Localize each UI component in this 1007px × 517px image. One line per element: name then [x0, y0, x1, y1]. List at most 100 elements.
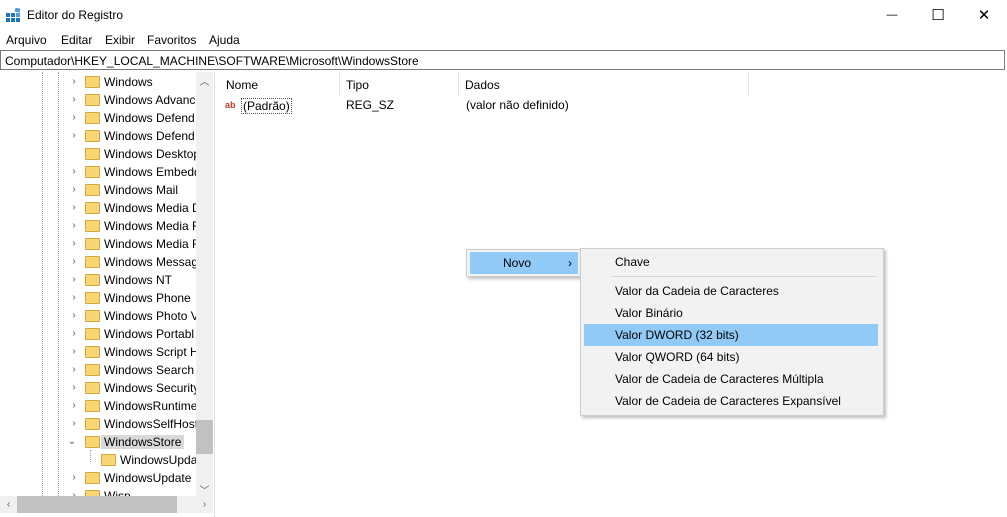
expand-icon[interactable]: › — [69, 418, 79, 430]
tree-item[interactable]: › Windows NT — [0, 271, 196, 289]
folder-icon — [85, 220, 100, 232]
expand-icon[interactable]: › — [69, 238, 79, 250]
menu-editar[interactable]: Editar — [61, 33, 92, 47]
context-menu: Novo › — [466, 249, 582, 277]
tree-horizontal-scrollbar[interactable]: ‹ › — [0, 496, 213, 513]
column-header-label: Dados — [465, 78, 500, 92]
tree-item-label: Windows Security — [104, 381, 200, 395]
tree-item-label: Windows Media F — [104, 219, 200, 233]
scroll-left-icon[interactable]: ‹ — [0, 499, 17, 510]
tree-item-label: Windows Script H — [104, 345, 199, 359]
tree-item[interactable]: › Windows Embedd — [0, 163, 200, 181]
expand-icon[interactable]: › — [69, 94, 79, 106]
menu-item-novo[interactable]: Novo › — [470, 252, 578, 274]
expand-icon[interactable]: › — [69, 346, 79, 358]
folder-icon — [85, 328, 100, 340]
submenu-item[interactable]: Valor DWORD (32 bits) — [584, 324, 878, 346]
value-name[interactable]: (Padrão) — [241, 98, 292, 114]
expand-icon[interactable]: › — [69, 202, 79, 214]
folder-icon — [85, 418, 100, 430]
close-button[interactable]: ✕ — [961, 0, 1007, 30]
tree-item[interactable]: Windows Desktop — [0, 145, 200, 163]
submenu-item-label: Chave — [615, 255, 650, 269]
tree-item[interactable]: › WindowsRuntime — [0, 397, 197, 415]
expand-icon[interactable]: › — [69, 112, 79, 124]
tree-item[interactable]: ⌄ WindowsStore — [0, 433, 196, 451]
tree-item[interactable]: › Windows — [0, 73, 196, 91]
expand-icon[interactable]: › — [69, 130, 79, 142]
column-header-type[interactable]: Tipo — [339, 72, 459, 96]
submenu-item[interactable]: Valor de Cadeia de Caracteres Múltipla — [584, 368, 878, 390]
maximize-button[interactable]: ☐ — [915, 0, 961, 30]
tree-item[interactable]: › Windows Phone — [0, 289, 196, 307]
tree-item[interactable]: › Windows Media F — [0, 235, 200, 253]
folder-icon — [85, 274, 100, 286]
close-icon: ✕ — [977, 7, 991, 24]
folder-icon — [85, 94, 100, 106]
expand-icon[interactable]: › — [69, 76, 79, 88]
column-header-data[interactable]: Dados — [458, 72, 749, 96]
tree-item[interactable]: › Windows Search — [0, 361, 196, 379]
submenu-item[interactable]: Chave — [584, 251, 878, 273]
tree-item-label: Windows Mail — [104, 183, 179, 197]
tree-item-label: Windows Defend — [104, 129, 195, 143]
tree-item[interactable]: › WindowsSelfHost — [0, 415, 199, 433]
window-title: Editor do Registro — [27, 8, 124, 22]
tree-vertical-scrollbar[interactable]: ︿ ﹀ — [196, 72, 213, 497]
collapse-icon[interactable]: ⌄ — [67, 436, 77, 448]
key-tree[interactable]: › Windows › Windows Advanc › Windows Defend › W… — [0, 72, 215, 517]
column-header-name[interactable]: Nome — [219, 72, 340, 96]
submenu-item[interactable]: Valor Binário — [584, 302, 878, 324]
submenu-item[interactable]: Valor da Cadeia de Caracteres — [584, 280, 878, 302]
menu-ajuda[interactable]: Ajuda — [209, 33, 240, 47]
expand-icon[interactable]: › — [69, 328, 79, 340]
folder-icon — [85, 184, 100, 196]
expand-icon[interactable]: › — [69, 310, 79, 322]
expand-icon[interactable]: › — [69, 256, 79, 268]
submenu-item-label: Valor QWORD (64 bits) — [615, 350, 740, 364]
expand-icon[interactable]: › — [69, 220, 79, 232]
tree-item-label: Windows Media F — [104, 237, 200, 251]
tree-item[interactable]: › Windows Defend — [0, 109, 196, 127]
menu-exibir[interactable]: Exibir — [105, 33, 135, 47]
tree-item[interactable]: › Windows Messag — [0, 253, 198, 271]
expand-icon[interactable]: › — [69, 292, 79, 304]
tree-item-label: WindowsSelfHost — [104, 417, 199, 431]
submenu-item[interactable]: Valor de Cadeia de Caracteres Expansível — [584, 390, 878, 412]
scroll-up-icon[interactable]: ︿ — [196, 73, 213, 88]
expand-icon[interactable]: › — [69, 400, 79, 412]
tree-item[interactable]: › Windows Mail — [0, 181, 196, 199]
expand-icon[interactable] — [69, 454, 79, 466]
tree-item[interactable]: WindowsUpda — [0, 451, 197, 469]
scroll-down-icon[interactable]: ﹀ — [196, 482, 213, 497]
tree-item[interactable]: › Windows Media F — [0, 217, 200, 235]
folder-icon — [85, 148, 100, 160]
submenu-item[interactable]: Valor QWORD (64 bits) — [584, 346, 878, 368]
expand-icon[interactable]: › — [69, 166, 79, 178]
tree-item[interactable]: › Windows Portabl — [0, 325, 196, 343]
tree-item[interactable]: › Windows Script H — [0, 343, 199, 361]
tree-item[interactable]: › WindowsUpdate — [0, 469, 196, 487]
expand-icon[interactable] — [69, 148, 79, 160]
address-bar[interactable]: Computador\HKEY_LOCAL_MACHINE\SOFTWARE\M… — [0, 50, 1005, 70]
scroll-right-icon[interactable]: › — [196, 499, 213, 510]
expand-icon[interactable]: › — [69, 382, 79, 394]
tree-item-label: Windows Defend — [104, 111, 195, 125]
expand-icon[interactable]: › — [69, 364, 79, 376]
tree-item[interactable]: › Windows Defend — [0, 127, 196, 145]
tree-vertical-scroll-thumb[interactable] — [196, 420, 213, 454]
menu-arquivo[interactable]: Arquivo — [6, 33, 47, 47]
folder-icon — [85, 364, 100, 376]
menu-favoritos[interactable]: Favoritos — [147, 33, 196, 47]
tree-item[interactable]: › Windows Photo V — [0, 307, 198, 325]
registry-editor-icon — [6, 8, 21, 22]
expand-icon[interactable]: › — [69, 274, 79, 286]
tree-item[interactable]: › Windows Media D — [0, 199, 200, 217]
folder-icon — [101, 454, 116, 466]
tree-item[interactable]: › Windows Security — [0, 379, 200, 397]
expand-icon[interactable]: › — [69, 184, 79, 196]
expand-icon[interactable]: › — [69, 472, 79, 484]
minimize-button[interactable]: — — [869, 0, 915, 30]
tree-horizontal-scroll-thumb[interactable] — [17, 496, 177, 513]
tree-item[interactable]: › Windows Advanc — [0, 91, 196, 109]
